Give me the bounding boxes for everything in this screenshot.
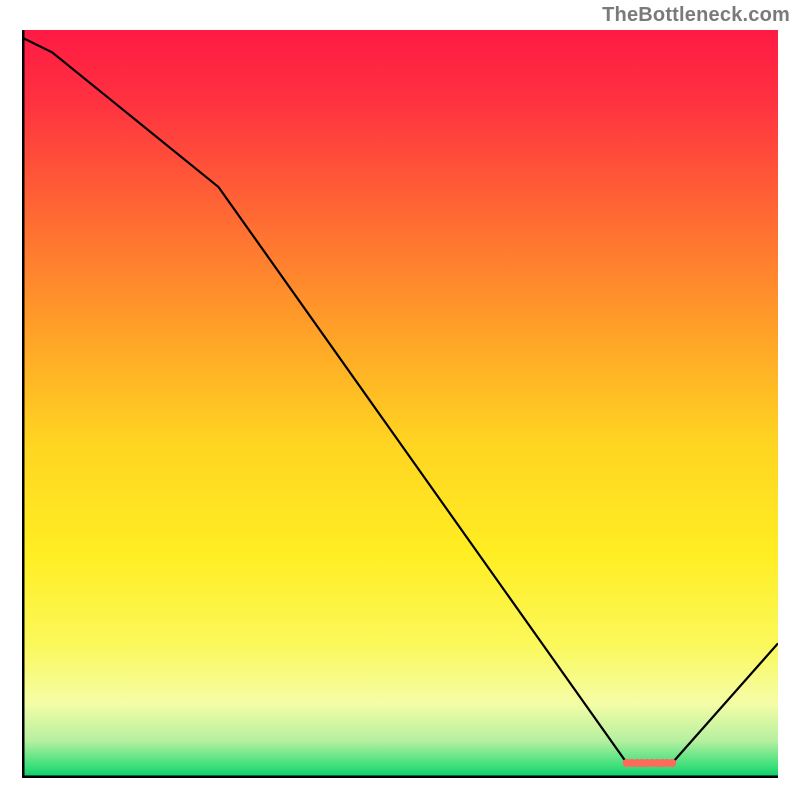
optimal-zone-marker bbox=[623, 759, 677, 767]
optimal-dot bbox=[668, 759, 676, 767]
plot-area bbox=[22, 30, 778, 778]
chart-container: TheBottleneck.com bbox=[0, 0, 800, 800]
attribution-text: TheBottleneck.com bbox=[602, 4, 790, 27]
curve-line bbox=[22, 37, 778, 763]
chart-overlay bbox=[22, 30, 778, 778]
